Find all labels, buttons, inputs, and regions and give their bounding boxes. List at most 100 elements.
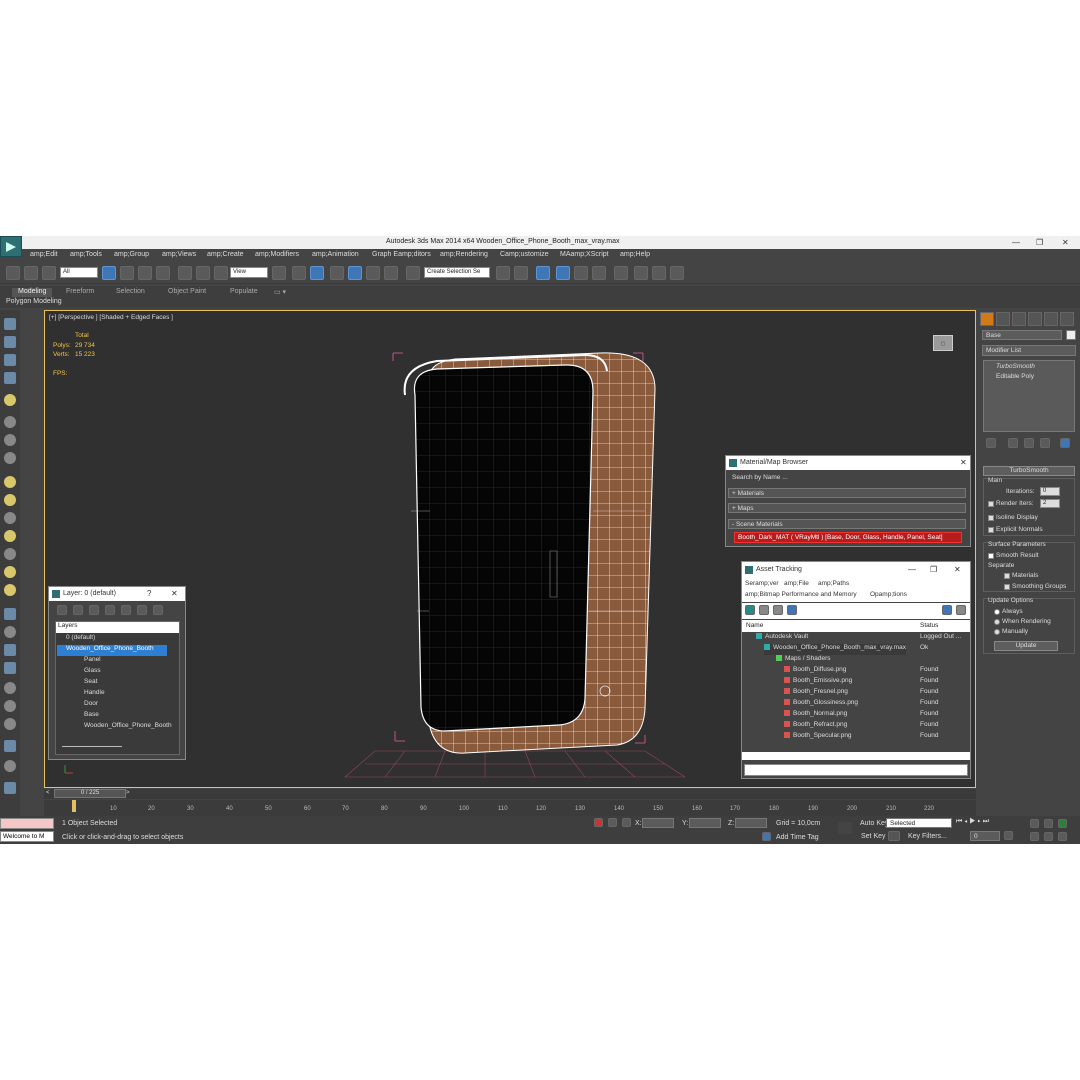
asset-help-icon[interactable] (942, 605, 952, 615)
named-selection-dropdown[interactable]: Create Selection Se (424, 267, 490, 278)
set-key-button[interactable]: Set Key (861, 833, 886, 840)
remove-modifier-icon[interactable] (1040, 438, 1050, 448)
zoom-icon[interactable] (1030, 819, 1039, 828)
table-row[interactable]: Maps / Shaders (776, 655, 831, 666)
object-color-swatch[interactable] (1066, 330, 1076, 340)
scale-icon[interactable] (214, 266, 228, 280)
asset-maximize-icon[interactable]: ❐ (930, 565, 937, 574)
key-selection-dropdown[interactable]: Selected (886, 818, 952, 828)
ribbon-options-icon[interactable]: ▭ ▾ (274, 288, 286, 297)
modifier-icon[interactable] (4, 644, 16, 656)
table-row[interactable]: Wooden_Office_Phone_Booth_max_vray.max (764, 644, 906, 655)
maxscript-welcome-field[interactable]: Welcome to M (0, 831, 54, 842)
layer-item-seat[interactable]: Seat (84, 678, 97, 689)
asset-menu-options[interactable]: Opamp;tions (870, 591, 907, 598)
table-row[interactable]: Booth_Glossiness.png (784, 699, 858, 710)
mirror-icon[interactable] (496, 266, 510, 280)
layer-item-booth-object[interactable]: Wooden_Office_Phone_Booth (84, 722, 172, 733)
layer-item-glass[interactable]: Glass (84, 667, 101, 678)
camera-icon[interactable] (4, 416, 16, 428)
explicit-normals-checkbox[interactable] (988, 527, 994, 533)
menu-help[interactable]: amp;Help (620, 251, 650, 258)
zoom-all-icon[interactable] (1044, 819, 1053, 828)
utilities-tab-icon[interactable] (1060, 312, 1074, 326)
tree-icon[interactable] (4, 682, 16, 694)
extra-icon[interactable] (4, 782, 16, 794)
table-row[interactable]: Booth_Normal.png (784, 710, 847, 721)
show-end-result-icon[interactable] (1008, 438, 1018, 448)
maxscript-listener-mini[interactable] (0, 818, 54, 829)
asset-tracking-window[interactable]: Asset Tracking — ❐ ✕ Seramp;ver amp;File am… (741, 561, 971, 779)
angle-snap-icon[interactable] (348, 266, 362, 280)
display-tab-icon[interactable] (1044, 312, 1058, 326)
reference-coord-dropdown[interactable]: View (230, 267, 268, 278)
time-tag-icon[interactable] (762, 832, 771, 841)
layer-item-door[interactable]: Door (84, 700, 98, 711)
stack-item-turbosmooth[interactable]: TurboSmooth (985, 363, 1073, 372)
layer-item-default[interactable]: 0 (default) (66, 634, 95, 645)
tab-populate[interactable]: Populate (230, 288, 258, 297)
layer-item-handle[interactable]: Handle (84, 689, 105, 700)
materials-checkbox[interactable] (1004, 573, 1010, 579)
make-unique-icon[interactable] (1024, 438, 1034, 448)
auto-key-button[interactable]: Auto Key (860, 820, 888, 827)
asset-refresh-icon[interactable] (745, 605, 755, 615)
layer-scrollbar[interactable] (62, 746, 122, 747)
menu-tools[interactable]: amp;Tools (70, 251, 102, 258)
material-browser-title[interactable]: Material/Map Browser ✕ (726, 456, 970, 470)
curve-editor-icon[interactable] (574, 266, 588, 280)
x-coord-field[interactable] (642, 818, 674, 828)
asset-path-field[interactable] (744, 764, 968, 776)
app-logo-icon[interactable] (0, 236, 22, 257)
menu-views[interactable]: amp;Views (162, 251, 196, 258)
menu-create[interactable]: amp;Create (207, 251, 244, 258)
percent-snap-icon[interactable] (366, 266, 380, 280)
asset-settings-icon[interactable] (956, 605, 966, 615)
asset-menu-file[interactable]: amp;File (784, 580, 809, 587)
tab-freeform[interactable]: Freeform (66, 288, 94, 297)
rotate-icon[interactable] (196, 266, 210, 280)
zoom-extents-icon[interactable] (1058, 819, 1067, 828)
layer-add-icon[interactable] (89, 605, 99, 615)
pin-stack-icon[interactable] (986, 438, 996, 448)
people-icon[interactable] (4, 452, 16, 464)
set-key-icon[interactable] (888, 831, 900, 841)
layer-item-booth[interactable]: Wooden_Office_Phone_Booth (57, 645, 167, 656)
asset-table-icon[interactable] (787, 605, 797, 615)
current-frame-field[interactable]: 0 (970, 831, 1000, 841)
torus-icon[interactable] (4, 530, 16, 542)
edit-named-selection-icon[interactable] (406, 266, 420, 280)
render-iters-checkbox[interactable] (988, 501, 994, 507)
layer-close-icon[interactable]: ✕ (171, 589, 178, 598)
spinner-snap-icon[interactable] (384, 266, 398, 280)
asset-menu-bitmap[interactable]: amp;Bitmap Performance and Memory (745, 591, 857, 598)
render-icon[interactable] (4, 740, 16, 752)
asset-col-name[interactable]: Name (746, 622, 763, 629)
table-row[interactable]: Booth_Diffuse.png (784, 666, 846, 677)
pan-icon[interactable] (1044, 832, 1053, 841)
orbit-icon[interactable] (1058, 832, 1067, 841)
teapot-icon[interactable] (4, 584, 16, 596)
time-config-icon[interactable] (1004, 831, 1013, 840)
select-icon[interactable] (4, 336, 16, 348)
sun-icon[interactable] (4, 566, 16, 578)
iterations-spinner[interactable]: 0 (1040, 487, 1060, 496)
layer-window[interactable]: Layer: 0 (default)? ✕ Layers 0 (default) … (48, 586, 186, 760)
current-frame-marker[interactable] (72, 800, 76, 812)
link-icon[interactable] (6, 266, 20, 280)
box-icon[interactable] (4, 476, 16, 488)
rect-selection-icon[interactable] (138, 266, 152, 280)
play-icon[interactable]: ▶ (969, 818, 975, 825)
asset-close-icon[interactable]: ✕ (954, 565, 961, 574)
scene-material-item[interactable]: Booth_Dark_MAT ( VRayMtl ) [Base, Door, … (734, 532, 962, 543)
table-row[interactable]: Booth_Specular.png (784, 732, 852, 743)
layer-help-icon[interactable]: ? (147, 589, 151, 598)
unlink-icon[interactable] (24, 266, 38, 280)
material-search-input[interactable]: Search by Name ... (728, 472, 968, 482)
modifier-list-dropdown[interactable]: Modifier List (982, 345, 1076, 356)
select-by-name-icon[interactable] (120, 266, 134, 280)
prev-frame-icon[interactable]: ◂ (964, 818, 967, 825)
turbosmooth-rollout[interactable]: TurboSmooth (983, 466, 1075, 476)
menu-rendering[interactable]: amp;Rendering (440, 251, 488, 258)
next-frame-icon[interactable]: ▸ (978, 818, 981, 825)
